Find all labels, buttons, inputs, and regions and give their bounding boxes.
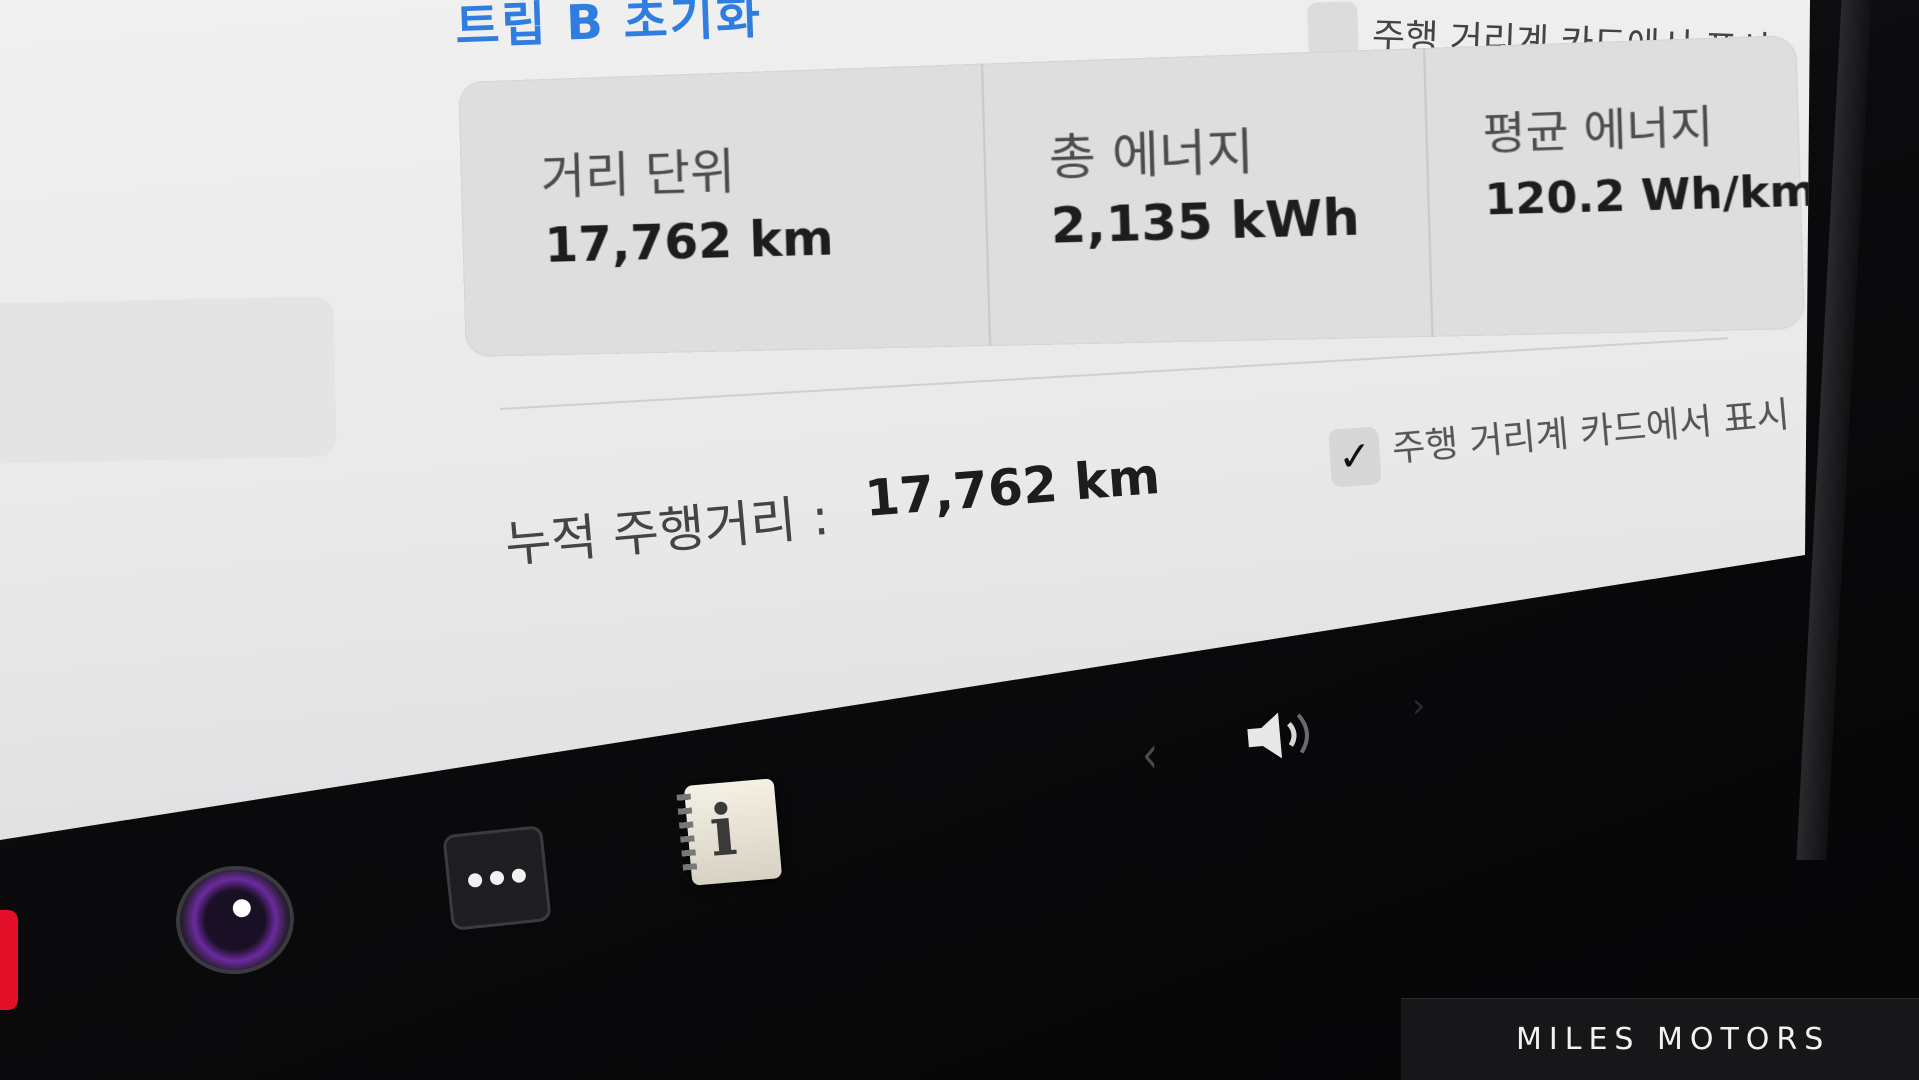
- dot: [511, 868, 527, 884]
- trip-b-reset-button[interactable]: 트립 B 초기화: [454, 0, 763, 57]
- stat-total-energy-value: 2,135 kWh: [1050, 188, 1361, 256]
- checkmark-icon: ✓: [1336, 432, 1374, 482]
- red-app-tab[interactable]: [0, 910, 18, 1010]
- stat-total-energy: 총 에너지 2,135 kWh: [983, 48, 1431, 346]
- left-panel: [0, 296, 337, 464]
- dot: [489, 870, 505, 886]
- manual-info-letter: i: [706, 787, 740, 873]
- stat-distance-value: 17,762 km: [543, 209, 835, 274]
- chevron-left-icon[interactable]: ‹: [1142, 725, 1158, 785]
- stat-avg-energy-value: 120.2 Wh/km: [1483, 167, 1818, 226]
- owners-manual-icon[interactable]: i: [676, 778, 783, 886]
- watermark-text: MILES MOTORS: [1516, 1022, 1831, 1057]
- dot: [467, 872, 483, 888]
- stat-distance: 거리 단위 17,762 km: [458, 64, 989, 357]
- more-dots-icon[interactable]: [442, 825, 552, 931]
- camera-lens-highlight: [231, 898, 252, 919]
- photo-scene: 트립 B 초기화 주행 거리계 카드에서 표시 거리 단위 17,762 km …: [0, 0, 1919, 1080]
- odometer-label: 누적 주행거리 :: [502, 487, 832, 574]
- stat-distance-label: 거리 단위: [539, 143, 736, 206]
- odometer-show-on-card-label: 주행 거리계 카드에서 표시: [1390, 394, 1792, 470]
- volume-icon[interactable]: [1237, 696, 1333, 774]
- odometer-show-on-card-checkbox[interactable]: ✓: [1328, 426, 1382, 488]
- trip-stats-card: 거리 단위 17,762 km 총 에너지 2,135 kWh 평균 에너지 1…: [458, 34, 1810, 357]
- stat-avg-energy: 평균 에너지 120.2 Wh/km: [1425, 35, 1810, 337]
- chevron-right-icon[interactable]: ›: [1412, 686, 1426, 726]
- odometer-value: 17,762 km: [862, 446, 1163, 528]
- stat-total-energy-label: 총 에너지: [1048, 122, 1255, 188]
- stat-avg-energy-label: 평균 에너지: [1481, 100, 1715, 160]
